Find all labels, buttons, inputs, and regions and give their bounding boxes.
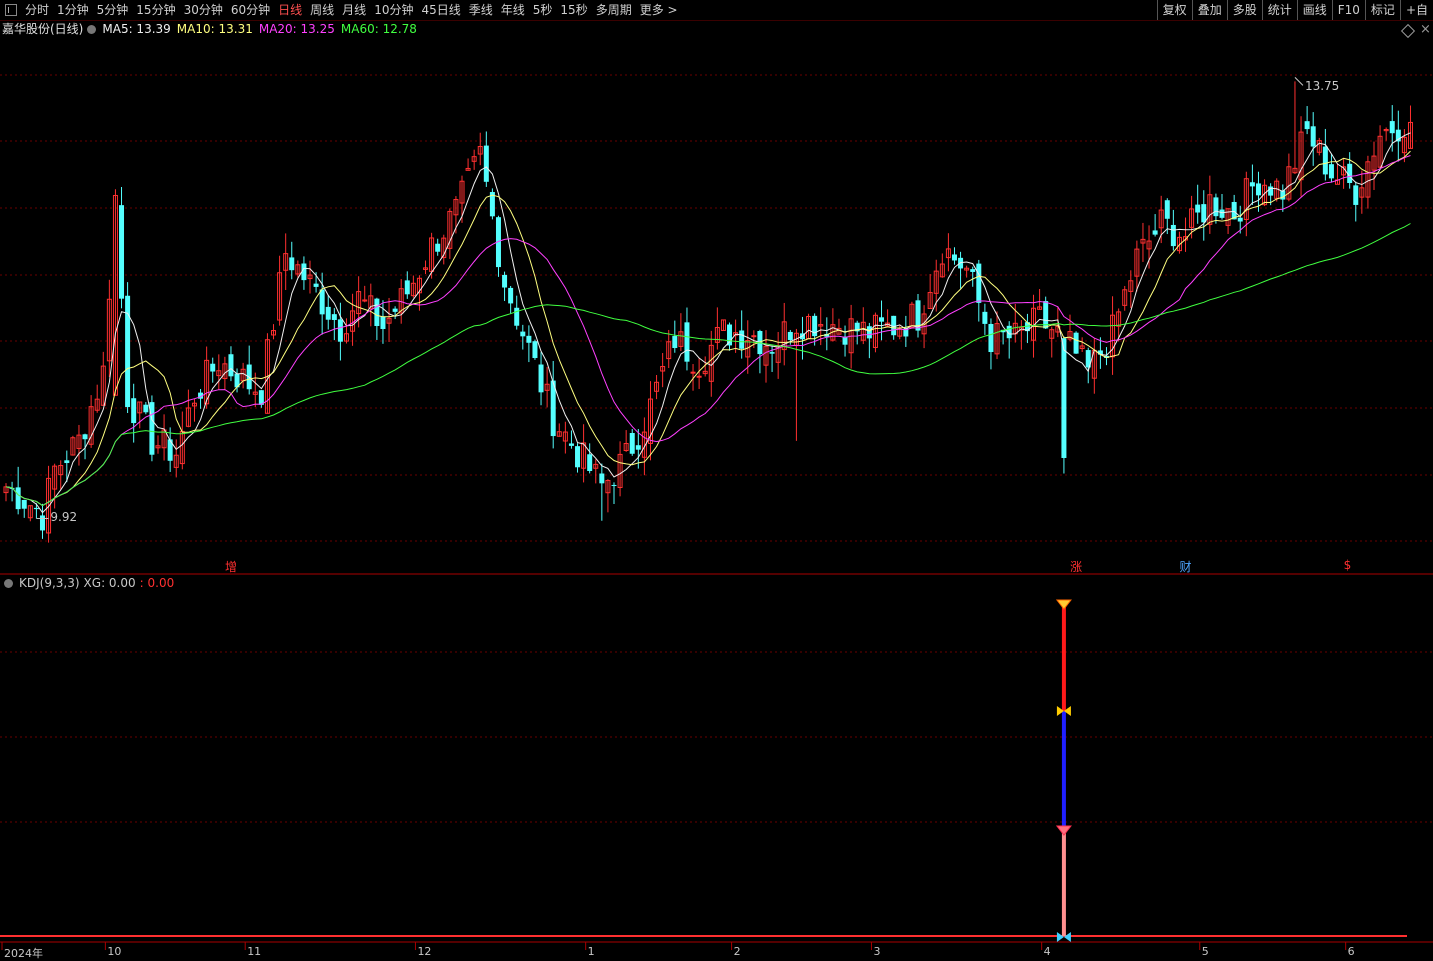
candle-body — [380, 316, 386, 329]
ma-line — [5, 150, 1411, 507]
event-marker[interactable]: $ — [1344, 558, 1352, 572]
candle-body — [337, 319, 343, 342]
candle-body — [1195, 204, 1201, 213]
x-tick-label: 11 — [247, 945, 262, 958]
x-tick-label: 4 — [1043, 945, 1051, 958]
candle-body — [988, 323, 994, 353]
candle-body — [672, 336, 678, 349]
candle-body — [526, 335, 532, 343]
candle-body — [1237, 217, 1243, 222]
candle-body — [532, 341, 538, 359]
high-pointer — [1294, 77, 1304, 86]
candle-body — [769, 352, 775, 354]
candle-body — [976, 263, 982, 303]
candle-body — [1304, 121, 1310, 130]
x-tick-label: 2 — [733, 945, 741, 958]
kline-chart[interactable] — [0, 0, 1433, 959]
candle-body — [374, 298, 380, 326]
event-marker[interactable]: 财 — [1180, 558, 1192, 575]
candle-body — [319, 289, 325, 315]
candle-body — [228, 354, 234, 377]
candle-body — [435, 243, 441, 252]
event-marker[interactable]: 增 — [225, 558, 237, 575]
candle-body — [629, 432, 635, 454]
candle-body — [1353, 185, 1359, 205]
candle-body — [1249, 182, 1255, 187]
candle-body — [690, 371, 696, 374]
candle-body — [599, 473, 605, 484]
candle-body — [1255, 183, 1261, 196]
candle-body — [1213, 197, 1219, 217]
candle-body — [684, 322, 690, 362]
candle-body — [64, 460, 70, 464]
candle-body — [289, 257, 295, 271]
x-tick-label: 6 — [1347, 945, 1355, 958]
x-tick-label: 3 — [873, 945, 881, 958]
candle-body — [15, 487, 21, 510]
x-tick-label: 5 — [1201, 945, 1209, 958]
candle-body — [575, 446, 581, 468]
candle-body — [739, 330, 745, 349]
candle-body — [982, 311, 988, 324]
candle-body — [1170, 224, 1176, 247]
candle-body — [1073, 332, 1079, 354]
candle-body — [33, 507, 39, 510]
candle-body — [951, 254, 957, 261]
candle-body — [1328, 164, 1334, 179]
high-price-label: 13.75 — [1304, 79, 1340, 94]
candle-body — [39, 515, 45, 531]
candle-body — [787, 331, 793, 341]
candle-body — [1322, 146, 1328, 175]
candle-body — [119, 205, 125, 299]
candle-body — [325, 306, 331, 320]
x-tick-label: 12 — [417, 945, 432, 958]
candle-body — [483, 145, 489, 182]
candle-body — [1164, 200, 1170, 219]
candle-body — [143, 404, 149, 413]
candle-body — [611, 484, 617, 486]
signal-mid-icon — [1055, 825, 1072, 836]
ma-line — [5, 132, 1411, 514]
candle-body — [879, 317, 885, 322]
candle-body — [866, 326, 872, 339]
candle-body — [587, 454, 593, 471]
candle-body — [131, 398, 137, 424]
candle-body — [21, 499, 27, 509]
candle-body — [331, 314, 337, 320]
x-tick-label: 1 — [587, 945, 595, 958]
signal-top-icon — [1055, 599, 1072, 610]
candle-body — [210, 363, 216, 372]
candle-body — [1219, 209, 1225, 218]
candle-body — [970, 269, 976, 272]
candle-body — [1389, 121, 1395, 134]
candle-body — [696, 375, 702, 378]
candle-body — [1201, 204, 1207, 223]
candle-body — [568, 443, 574, 446]
candle-body — [751, 335, 757, 338]
candle-body — [1152, 230, 1158, 235]
candle-body — [82, 434, 88, 440]
candle-body — [258, 390, 264, 405]
candle-body — [538, 364, 544, 393]
x-tick-label: 10 — [107, 945, 122, 958]
candle-body — [502, 274, 508, 288]
candle-body — [508, 287, 514, 304]
candle-body — [635, 445, 641, 450]
candle-body — [1061, 338, 1067, 458]
low-price-label: 9.92 — [50, 510, 78, 525]
candle-body — [520, 331, 526, 337]
event-marker[interactable]: 涨 — [1070, 558, 1082, 575]
candle-body — [404, 280, 410, 295]
candle-body — [392, 308, 398, 312]
candle-body — [313, 283, 319, 287]
candle-body — [1310, 126, 1316, 147]
